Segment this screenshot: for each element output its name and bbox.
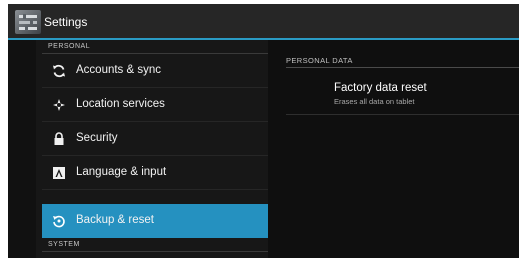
sidebar-item-label: Language & input (76, 166, 167, 178)
section-divider (42, 251, 268, 252)
sidebar-item-backup-reset[interactable]: Backup & reset (42, 204, 268, 238)
location-icon (53, 99, 65, 111)
sidebar-item-location-services[interactable]: Location services (42, 88, 268, 122)
page-title: Settings (44, 15, 88, 29)
lock-icon (54, 132, 64, 145)
factory-reset-title: Factory data reset (334, 82, 427, 94)
action-bar: Settings (8, 4, 519, 40)
settings-sidebar: PERSONAL Accounts & sync Location servic… (36, 40, 268, 258)
item-divider (286, 114, 519, 115)
sidebar-item-language-input[interactable]: Language & input (42, 156, 268, 190)
section-header-system: SYSTEM (48, 241, 80, 248)
detail-pane: PERSONAL DATA Factory data reset Erases … (268, 40, 519, 258)
factory-reset-subtitle: Erases all data on tablet (334, 97, 415, 106)
sidebar-item-label: Location services (76, 98, 165, 110)
keyboard-icon (53, 167, 65, 179)
section-header-personal: PERSONAL (48, 43, 91, 50)
backup-icon (53, 215, 65, 228)
settings-screen: Settings PERSONAL Accounts & sync Locati… (8, 4, 519, 258)
sidebar-item-label: Accounts & sync (76, 64, 162, 76)
sidebar-item-label: Security (76, 132, 118, 144)
section-header-personal-data: PERSONAL DATA (286, 56, 353, 65)
sidebar-item-security[interactable]: Security (42, 122, 268, 156)
sidebar-item-label: Backup & reset (76, 214, 154, 226)
sync-icon (53, 64, 65, 78)
section-divider (286, 67, 519, 68)
sidebar-item-accounts-sync[interactable]: Accounts & sync (42, 54, 268, 88)
settings-app-icon[interactable] (15, 10, 41, 34)
